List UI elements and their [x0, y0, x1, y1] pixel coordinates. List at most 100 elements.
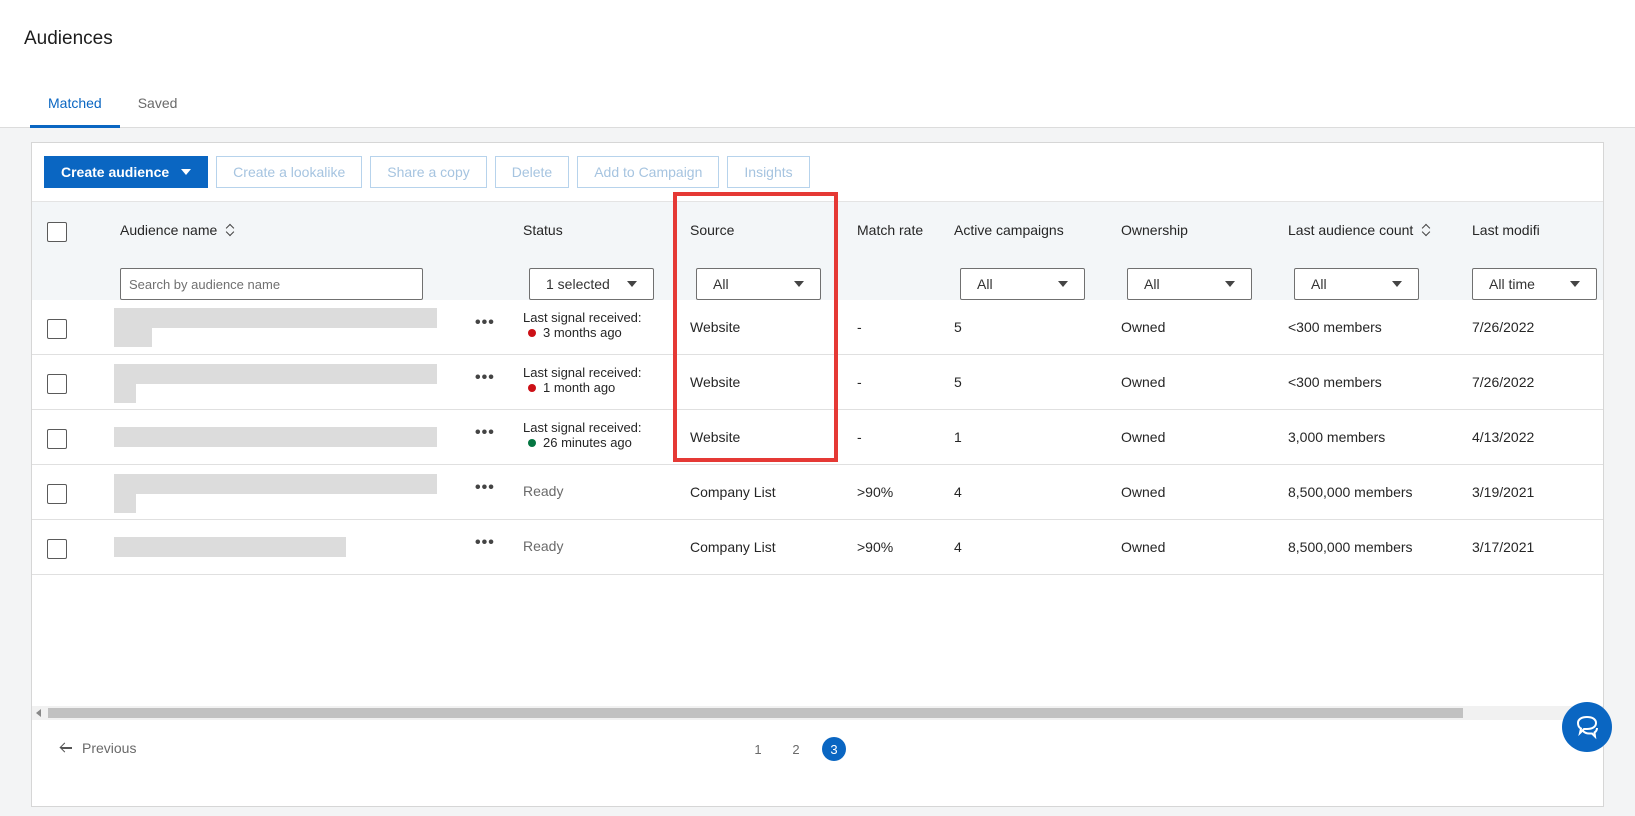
table-row[interactable]: ••• Last signal received: 1 month ago We… [32, 355, 1603, 410]
arrow-left-icon [60, 743, 72, 753]
previous-page-button[interactable]: Previous [60, 740, 136, 756]
page-2-button[interactable]: 2 [784, 737, 808, 761]
row-checkbox[interactable] [47, 539, 67, 559]
chevron-down-icon [794, 281, 804, 287]
match-rate-cell: >90% [857, 484, 894, 500]
table-row[interactable]: ••• Ready Company List >90% 4 Owned 8,50… [32, 520, 1603, 575]
more-actions-icon[interactable]: ••• [475, 479, 495, 497]
ownership-cell: Owned [1121, 484, 1166, 500]
more-actions-icon[interactable]: ••• [475, 314, 495, 332]
chat-button[interactable] [1562, 702, 1612, 752]
row-checkbox[interactable] [47, 429, 67, 449]
chat-bubble-icon [1576, 715, 1598, 740]
status-cell: Ready [523, 483, 564, 499]
last-audience-count-filter-dropdown[interactable]: All [1294, 268, 1419, 300]
column-header-last-modified: Last modifi [1472, 222, 1540, 238]
ownership-cell: Owned [1121, 374, 1166, 390]
tab-matched[interactable]: Matched [30, 90, 120, 128]
row-checkbox[interactable] [47, 484, 67, 504]
source-cell: Website [690, 319, 741, 335]
redacted-audience-name [114, 364, 437, 384]
column-header-match-rate: Match rate [857, 222, 924, 238]
chevron-down-icon [1058, 281, 1068, 287]
scroll-left-arrow-icon[interactable] [36, 709, 41, 717]
column-header-last-audience-count[interactable]: Last audience count [1288, 222, 1431, 238]
table-row[interactable]: ••• Last signal received: 3 months ago W… [32, 300, 1603, 355]
status-cell: Last signal received: 1 month ago [523, 365, 642, 395]
status-filter-value: 1 selected [546, 276, 610, 292]
redacted-audience-name [114, 427, 437, 447]
horizontal-scrollbar[interactable] [32, 706, 1603, 720]
insights-button[interactable]: Insights [727, 156, 810, 188]
previous-label: Previous [82, 740, 137, 756]
create-audience-label: Create audience [61, 164, 170, 180]
more-actions-icon[interactable]: ••• [475, 424, 495, 442]
ownership-cell: Owned [1121, 319, 1166, 335]
source-filter-value: All [713, 276, 729, 292]
create-lookalike-button[interactable]: Create a lookalike [216, 156, 363, 188]
scrollbar-thumb[interactable] [48, 708, 1463, 718]
last-audience-count-header-label: Last audience count [1288, 222, 1414, 238]
redacted-audience-name [114, 384, 136, 403]
table-row[interactable]: ••• Last signal received: 26 minutes ago… [32, 410, 1603, 465]
last-audience-count-filter-value: All [1311, 276, 1327, 292]
status-label: Last signal received: [523, 365, 642, 380]
create-audience-button[interactable]: Create audience [44, 156, 209, 188]
audience-count-cell: <300 members [1288, 319, 1382, 335]
status-time: 3 months ago [543, 325, 622, 340]
redacted-audience-name [114, 308, 437, 328]
active-campaigns-cell: 5 [954, 374, 962, 390]
audience-name-header-label: Audience name [120, 222, 218, 238]
last-modified-cell: 4/13/2022 [1472, 429, 1535, 445]
row-checkbox[interactable] [47, 319, 67, 339]
sort-icon[interactable] [1421, 223, 1431, 237]
row-checkbox[interactable] [47, 374, 67, 394]
delete-button[interactable]: Delete [494, 156, 570, 188]
status-label: Last signal received: [523, 310, 642, 325]
active-campaigns-filter-dropdown[interactable]: All [960, 268, 1085, 300]
chevron-down-icon [1225, 281, 1235, 287]
select-all-checkbox[interactable] [47, 222, 67, 242]
ownership-cell: Owned [1121, 539, 1166, 555]
column-header-audience-name[interactable]: Audience name [120, 222, 235, 238]
toolbar: Create audience Create a lookalike Share… [44, 156, 810, 188]
status-cell: Last signal received: 3 months ago [523, 310, 642, 340]
table-row[interactable]: ••• Ready Company List >90% 4 Owned 8,50… [32, 465, 1603, 520]
status-dot-green-icon [528, 438, 536, 447]
chevron-down-icon [1570, 281, 1580, 287]
status-filter-dropdown[interactable]: 1 selected [529, 268, 654, 300]
column-header-active-campaigns: Active campaigns [954, 222, 1064, 238]
chevron-down-icon [1392, 281, 1402, 287]
last-modified-cell: 7/26/2022 [1472, 374, 1535, 390]
match-rate-cell: - [857, 429, 862, 445]
page-1-button[interactable]: 1 [746, 737, 770, 761]
redacted-audience-name [114, 494, 136, 513]
pagination: Previous 1 2 3 [32, 728, 1603, 778]
status-time: 26 minutes ago [543, 435, 632, 450]
ownership-filter-value: All [1144, 276, 1160, 292]
redacted-audience-name [114, 474, 437, 494]
status-label: Last signal received: [523, 420, 642, 435]
share-copy-button[interactable]: Share a copy [370, 156, 487, 188]
ownership-filter-dropdown[interactable]: All [1127, 268, 1252, 300]
tab-saved[interactable]: Saved [120, 90, 196, 128]
last-modified-cell: 3/19/2021 [1472, 484, 1535, 500]
audience-count-cell: 8,500,000 members [1288, 539, 1413, 555]
last-modified-cell: 3/17/2021 [1472, 539, 1535, 555]
more-actions-icon[interactable]: ••• [475, 369, 495, 387]
source-cell: Company List [690, 484, 776, 500]
audience-count-cell: 3,000 members [1288, 429, 1386, 445]
last-modified-filter-value: All time [1489, 276, 1535, 292]
source-cell: Website [690, 374, 741, 390]
redacted-audience-name [114, 328, 152, 347]
more-actions-icon[interactable]: ••• [475, 534, 495, 552]
add-to-campaign-button[interactable]: Add to Campaign [577, 156, 720, 188]
page-3-button[interactable]: 3 [822, 737, 846, 761]
status-dot-red-icon [528, 328, 536, 337]
match-rate-cell: - [857, 374, 862, 390]
search-input[interactable] [120, 268, 423, 300]
status-cell: Ready [523, 538, 564, 554]
source-filter-dropdown[interactable]: All [696, 268, 821, 300]
sort-icon[interactable] [225, 223, 235, 237]
last-modified-filter-dropdown[interactable]: All time [1472, 268, 1597, 300]
